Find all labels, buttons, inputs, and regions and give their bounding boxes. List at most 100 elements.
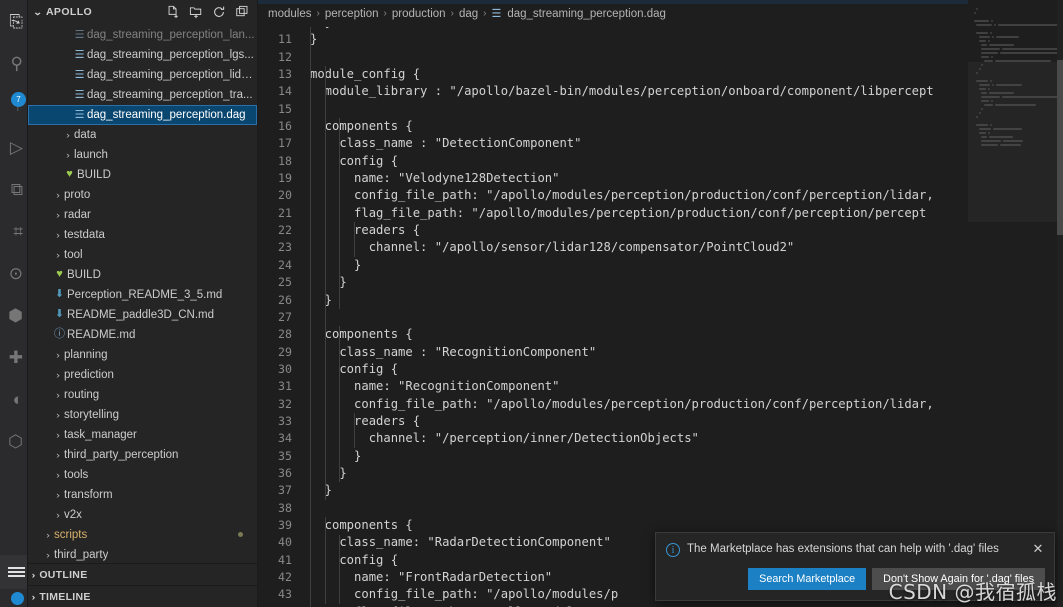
chevron-right-icon: ›: [56, 229, 60, 240]
file-tree-item[interactable]: › testdata: [28, 225, 257, 245]
file-tree-item[interactable]: ☰ dag_streaming_perception_lan...: [28, 25, 257, 45]
testing-icon: ⊙: [8, 263, 23, 283]
file-tree-item[interactable]: › transform: [28, 485, 257, 505]
chevron-right-icon: ›: [56, 389, 60, 400]
code-line: 32 config_file_path: "/apollo/modules/pe…: [258, 396, 934, 413]
activity-bar-explorer-icon[interactable]: ⎘: [0, 0, 27, 42]
search-marketplace-button[interactable]: Search Marketplace: [748, 568, 867, 590]
activity-bar-testing-icon[interactable]: ⊙: [0, 252, 27, 294]
line-number: 29: [278, 344, 292, 359]
activity-bar-search-icon[interactable]: ⚲: [0, 42, 27, 84]
file-tree-item[interactable]: › storytelling: [28, 405, 257, 425]
activity-bar-docker-icon[interactable]: ⬢: [0, 294, 27, 336]
file-tree-item[interactable]: ⓘ README.md: [28, 325, 257, 345]
chevron-right-icon: ›: [56, 369, 60, 380]
file-tree-item[interactable]: › planning: [28, 345, 257, 365]
collapse-folders-icon[interactable]: [234, 5, 249, 20]
minimap-line: [968, 20, 1063, 23]
breadcrumb-item[interactable]: dag: [459, 8, 478, 20]
file-tree-item[interactable]: › third_party: [28, 545, 257, 563]
code-line: 30 config {: [258, 361, 934, 378]
code-text: name: "Velodyne128Detection": [310, 171, 560, 186]
activity-bar-gitlens-icon[interactable]: ◐: [0, 378, 27, 420]
code-text: components {: [310, 327, 413, 342]
breadcrumb-item[interactable]: dag_streaming_perception.dag: [507, 8, 666, 20]
file-tree-item[interactable]: › data: [28, 125, 257, 145]
breadcrumb[interactable]: modules › perception › production › dag › ☰ dag_s…: [258, 0, 1063, 27]
file-tree-item[interactable]: › routing: [28, 385, 257, 405]
activity-bar-remote-explorer-icon[interactable]: ⌗: [0, 210, 27, 252]
explorer-icon: ⎘: [9, 11, 23, 31]
file-tree-item-label: Perception_README_3_5.md: [67, 288, 223, 301]
new-folder-icon[interactable]: [188, 5, 203, 20]
file-tree-item[interactable]: › radar: [28, 205, 257, 225]
hamburger-icon[interactable]: [0, 555, 27, 589]
notification-toast[interactable]: i The Marketplace has extensions that ca…: [655, 532, 1055, 601]
activity-bar-run-debug-icon[interactable]: ▷: [0, 126, 27, 168]
chevron-right-icon: ›: [66, 129, 70, 140]
explorer-actions: [165, 5, 253, 20]
file-tree-item[interactable]: › task_manager: [28, 425, 257, 445]
minimap-line: [968, 32, 1063, 35]
editor-scrollbar-thumb[interactable]: [1057, 60, 1063, 235]
file-tree-item[interactable]: ⬇ README_paddle3D_CN.md: [28, 305, 257, 325]
minimap-line: [968, 44, 1063, 47]
file-tree-item[interactable]: › third_party_perception: [28, 445, 257, 465]
account-icon[interactable]: [0, 589, 27, 607]
code-line: 27: [258, 309, 934, 326]
build-file-icon: ♥: [56, 268, 63, 281]
line-number: 12: [278, 49, 292, 64]
file-tree-item[interactable]: ☰ dag_streaming_perception_lgs...: [28, 45, 257, 65]
dag-file-icon: ☰: [74, 28, 85, 42]
breadcrumb-item[interactable]: perception: [325, 8, 379, 20]
sidebar-section-outline[interactable]: › OUTLINE: [28, 563, 257, 585]
line-number: 20: [278, 188, 292, 203]
minimap-slider[interactable]: [968, 62, 1063, 222]
activity-bar-ros-icon[interactable]: ✚: [0, 336, 27, 378]
close-icon[interactable]: ✕: [1030, 542, 1046, 555]
activity-bar-azure-icon[interactable]: ⬡: [0, 420, 27, 462]
activity-bar-source-control-icon[interactable]: ⑂7: [0, 84, 27, 126]
activity-bar-extensions-icon[interactable]: ⧉: [0, 168, 27, 210]
new-file-icon[interactable]: [165, 5, 180, 20]
file-tree-item-selected[interactable]: ☰ dag_streaming_perception.dag: [28, 104, 257, 125]
file-tree-item[interactable]: › prediction: [28, 365, 257, 385]
code-viewport[interactable]: 10 }11}1213module_config {14 module_libr…: [258, 27, 1063, 607]
dont-show-again-button[interactable]: Don't Show Again for '.dag' files: [872, 568, 1045, 590]
file-tree-item[interactable]: ☰ dag_streaming_perception_lida...: [28, 65, 257, 85]
file-tree-item[interactable]: › v2x: [28, 505, 257, 525]
file-tree-item[interactable]: ☰ dag_streaming_perception_tra...: [28, 85, 257, 105]
explorer-section-header[interactable]: ⌄ APOLLO: [28, 0, 257, 25]
vscode-window: ⎘ ⚲ ⑂7 ▷ ⧉ ⌗ ⊙ ⬢ ✚ ◐ ⬡ ⌄ APOLLO: [0, 0, 1063, 607]
file-tree-item[interactable]: › launch: [28, 145, 257, 165]
minimap-line: [968, 56, 1063, 59]
file-tree-item-label: BUILD: [67, 268, 101, 281]
breadcrumb-item[interactable]: modules: [268, 8, 311, 20]
line-number: 33: [278, 413, 292, 428]
file-tree-item[interactable]: ♥ BUILD: [28, 265, 257, 285]
minimap-line: [968, 36, 1063, 39]
refresh-explorer-icon[interactable]: [211, 5, 226, 20]
minimap-line: [968, 48, 1063, 51]
notification-buttons: Search Marketplace Don't Show Again for …: [656, 562, 1054, 600]
sidebar-section-timeline[interactable]: › TIMELINE: [28, 585, 257, 607]
file-tree[interactable]: ☰ dag_streaming_perception_lan... ☰ dag_str…: [28, 25, 257, 563]
file-tree-item[interactable]: › proto: [28, 185, 257, 205]
line-number: 35: [278, 448, 292, 463]
code-line: 13 module_config {: [258, 66, 934, 83]
code-text: }: [310, 32, 318, 47]
breadcrumb-item[interactable]: production: [392, 8, 446, 20]
chevron-right-icon: ›: [66, 149, 70, 160]
breadcrumb-separator: ›: [316, 8, 320, 19]
code-text: module_library : "/apollo/bazel-bin/modu…: [310, 84, 934, 99]
minimap[interactable]: [968, 0, 1063, 607]
file-tree-item[interactable]: ♥ BUILD: [28, 165, 257, 185]
file-tree-item[interactable]: › tools: [28, 465, 257, 485]
line-number: 14: [278, 84, 292, 99]
file-tree-item-label: routing: [64, 388, 100, 401]
file-tree-item[interactable]: › scripts: [28, 525, 257, 545]
file-tree-item[interactable]: ⬇ Perception_README_3_5.md: [28, 285, 257, 305]
code-text: config {: [310, 361, 399, 376]
file-tree-item[interactable]: › tool: [28, 245, 257, 265]
file-tree-item-label: data: [74, 128, 97, 141]
